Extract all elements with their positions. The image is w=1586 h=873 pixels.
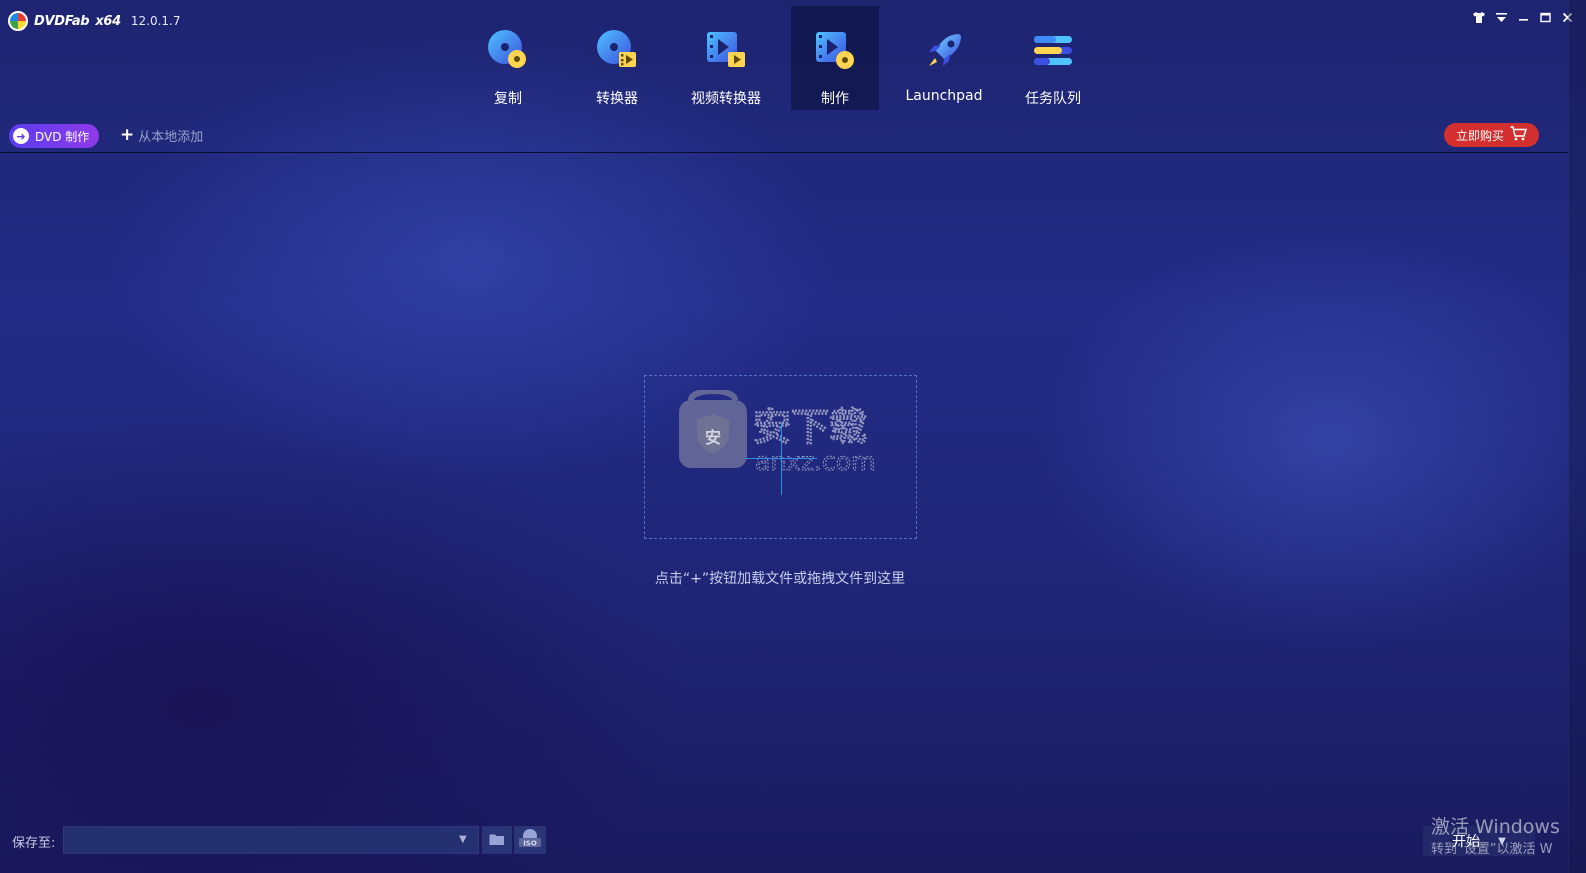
start-label: 开始 bbox=[1452, 834, 1481, 850]
video-converter-icon bbox=[703, 28, 749, 74]
right-scrollbar[interactable] bbox=[1568, 0, 1586, 873]
nav-label-video-converter: 视频转换器 bbox=[691, 91, 761, 107]
nav-label-task-queue: 任务队列 bbox=[1025, 91, 1081, 107]
mode-label: DVD 制作 bbox=[35, 129, 90, 144]
watermark-logo: 安 安下载 anxz.com bbox=[677, 388, 892, 477]
nav-item-copy[interactable]: 复制 bbox=[464, 6, 552, 110]
nav-item-launchpad[interactable]: Launchpad bbox=[900, 6, 988, 110]
nav-label-ripper: 转换器 bbox=[596, 91, 638, 107]
toolbar-divider bbox=[0, 152, 1568, 153]
rocket-icon bbox=[921, 28, 967, 74]
add-local-label: 从本地添加 bbox=[138, 130, 204, 145]
nav-label-launchpad: Launchpad bbox=[905, 88, 983, 104]
watermark-text: 安下载 bbox=[753, 405, 867, 449]
save-path-input[interactable] bbox=[63, 826, 479, 854]
toolbar: ➜ DVD 制作 + 从本地添加 立即购买 bbox=[0, 122, 1586, 152]
save-to-label: 保存至: bbox=[12, 836, 56, 851]
task-queue-icon bbox=[1030, 28, 1076, 74]
nav-label-copy: 复制 bbox=[494, 91, 522, 107]
save-as-iso-button[interactable]: ISO bbox=[514, 826, 546, 854]
folder-icon bbox=[489, 831, 505, 850]
nav-item-video-converter[interactable]: 视频转换器 bbox=[682, 6, 770, 110]
buy-label: 立即购买 bbox=[1455, 128, 1504, 143]
cart-icon bbox=[1510, 126, 1528, 144]
svg-text:ISO: ISO bbox=[523, 840, 537, 848]
app-window: DVDFab x64 12.0.1.7 复制 转换器 视频转换器 制作 Laun… bbox=[0, 0, 1586, 873]
iso-icon: ISO bbox=[518, 828, 542, 852]
buy-now-button[interactable]: 立即购买 bbox=[1444, 123, 1539, 147]
plus-icon: + bbox=[120, 125, 135, 145]
creator-icon bbox=[812, 28, 858, 74]
disc-copy-icon bbox=[485, 28, 531, 74]
nav-item-creator[interactable]: 制作 bbox=[791, 6, 879, 110]
bottom-bar: 保存至: ▼ ISO 开始 ▼ bbox=[0, 826, 1568, 856]
watermark-badge: 安 bbox=[705, 428, 721, 447]
dvd-creator-mode-button[interactable]: ➜ DVD 制作 bbox=[9, 124, 100, 148]
arrow-right-icon: ➜ bbox=[13, 128, 29, 144]
nav-item-ripper[interactable]: 转换器 bbox=[573, 6, 661, 110]
drop-hint-text: 点击“+”按钮加载文件或拖拽文件到这里 bbox=[654, 571, 906, 587]
watermark-sub: anxz.com bbox=[755, 447, 875, 472]
disc-ripper-icon bbox=[594, 28, 640, 74]
start-button[interactable]: 开始 ▼ bbox=[1423, 826, 1535, 856]
nav-item-task-queue[interactable]: 任务队列 bbox=[1009, 6, 1097, 110]
start-options-chevron-icon[interactable]: ▼ bbox=[1498, 836, 1506, 847]
top-nav: 复制 转换器 视频转换器 制作 Launchpad 任务队列 bbox=[0, 6, 1586, 110]
file-drop-zone[interactable]: 安 安下载 anxz.com bbox=[644, 375, 917, 539]
chevron-down-icon[interactable]: ▼ bbox=[459, 834, 467, 845]
nav-label-creator: 制作 bbox=[821, 91, 849, 107]
browse-folder-button[interactable] bbox=[482, 826, 512, 854]
crosshair-horizontal bbox=[745, 458, 817, 459]
add-from-local-button[interactable]: + 从本地添加 bbox=[120, 125, 204, 146]
